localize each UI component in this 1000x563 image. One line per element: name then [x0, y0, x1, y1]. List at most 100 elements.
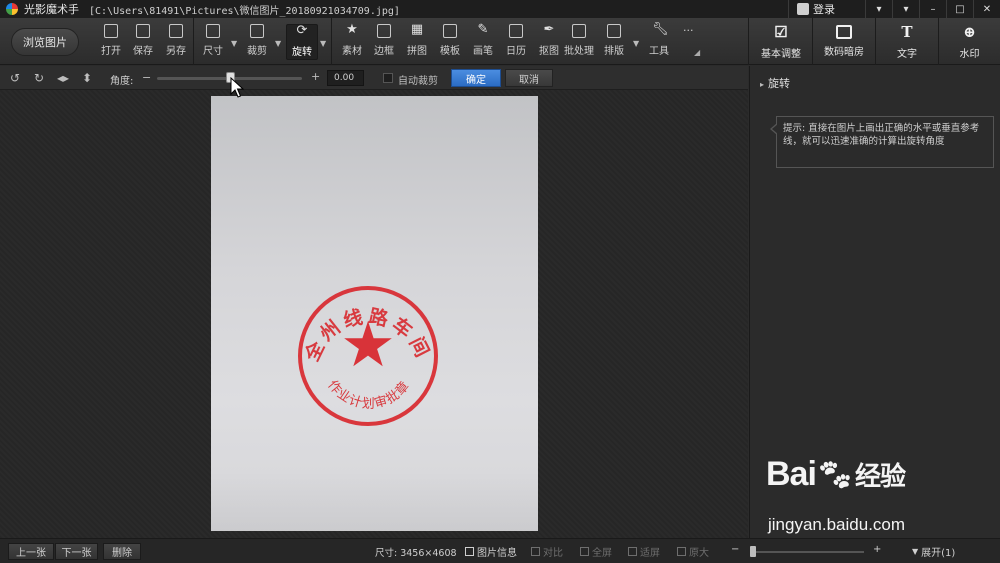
collage-button[interactable]: ▦ 拼图 — [401, 22, 433, 60]
next-image-button[interactable]: 下一张 — [55, 543, 98, 560]
darkroom-label: 数码暗房 — [824, 47, 864, 58]
watermark-label: 水印 — [959, 49, 980, 60]
tools-label: 工具 — [649, 46, 669, 57]
open-label: 打开 — [101, 46, 121, 57]
confirm-button[interactable]: 确定 — [451, 69, 501, 87]
tools-button[interactable]: 🔧︎ 工具 — [643, 22, 675, 60]
watermark-brand: Bai🐾︎经验 — [766, 455, 906, 493]
resize-icon — [206, 24, 220, 38]
rotate-right-icon[interactable]: ↻ — [32, 71, 46, 85]
rotate-dropdown-icon[interactable]: ▼ — [320, 39, 326, 48]
baidu-jingyan-watermark: Bai🐾︎经验 jingyan.baidu.com — [766, 455, 996, 545]
login-label: 登录 — [813, 3, 835, 16]
resize-button[interactable]: 尺寸 — [197, 24, 229, 60]
skin-button[interactable]: ▾ — [865, 0, 892, 18]
image-canvas[interactable]: 全州线路车间 作业计划审批章 — [0, 90, 748, 538]
border-icon — [377, 24, 391, 38]
save-icon — [136, 24, 150, 38]
maximize-button[interactable]: □ — [946, 0, 973, 18]
close-button[interactable]: ✕ — [973, 0, 1000, 18]
collage-icon: ▦ — [410, 22, 424, 37]
angle-label: 角度: — [110, 76, 134, 87]
rotate-button[interactable]: ⟳ 旋转 — [286, 24, 318, 60]
darkroom-button[interactable]: 数码暗房 — [813, 18, 875, 65]
crop-icon — [250, 24, 264, 38]
layout-icon — [607, 24, 621, 38]
open-icon — [104, 24, 118, 38]
layout-button[interactable]: 排版 — [598, 24, 630, 60]
zoom-slider-thumb[interactable] — [750, 546, 756, 557]
image-info-button[interactable]: 图片信息 — [465, 544, 517, 559]
batch-icon — [572, 24, 586, 38]
template-button[interactable]: 模板 — [434, 24, 466, 60]
save-button[interactable]: 保存 — [127, 24, 159, 60]
text-button[interactable]: T 文字 — [876, 18, 938, 65]
text-label: 文字 — [897, 49, 917, 60]
cutout-icon: ✒ — [543, 22, 555, 37]
material-button[interactable]: ★ 素材 — [336, 22, 368, 60]
fit-screen-button[interactable]: 适屏 — [628, 544, 660, 559]
red-seal-stamp: 全州线路车间 作业计划审批章 — [298, 286, 438, 426]
toolbar-divider — [748, 18, 749, 65]
status-bar: 上一张 下一张 删除 尺寸: 3456×4608 图片信息 对比 全屏 适屏 原… — [0, 538, 1000, 563]
camera-icon — [836, 25, 852, 39]
compare-button[interactable]: 对比 — [531, 544, 563, 559]
crop-dropdown-icon[interactable]: ▼ — [275, 39, 281, 48]
auto-crop-label: 自动裁剪 — [398, 76, 438, 87]
delete-button[interactable]: 删除 — [103, 543, 141, 560]
angle-input[interactable]: 0.00 — [327, 70, 364, 86]
material-icon: ★ — [346, 22, 358, 37]
save-as-button[interactable]: 另存 — [160, 24, 192, 60]
rotate-icon: ⟳ — [296, 23, 308, 38]
fullscreen-icon — [580, 547, 589, 556]
user-icon — [797, 3, 809, 15]
save-as-label: 另存 — [166, 46, 186, 57]
original-size-button[interactable]: 原大 — [677, 544, 709, 559]
zoom-slider[interactable] — [752, 551, 864, 553]
info-icon — [465, 547, 474, 556]
menu-button[interactable]: ▾ — [892, 0, 919, 18]
auto-crop-checkbox[interactable] — [383, 73, 393, 83]
rotate-label: 旋转 — [292, 47, 312, 58]
brush-button[interactable]: ✎ 画笔 — [467, 22, 499, 60]
text-icon: T — [901, 23, 913, 41]
flip-horizontal-icon[interactable]: ◂▸ — [56, 71, 70, 85]
open-button[interactable]: 打开 — [95, 24, 127, 60]
expand-button[interactable]: ▼ 展开(1) — [912, 544, 955, 559]
rotate-left-icon[interactable]: ↺ — [8, 71, 22, 85]
brush-icon: ✎ — [477, 22, 489, 37]
cancel-button[interactable]: 取消 — [505, 69, 553, 87]
calendar-button[interactable]: 日历 — [500, 24, 532, 60]
border-button[interactable]: 边框 — [368, 24, 400, 60]
flip-vertical-icon[interactable]: ⬍ — [80, 71, 94, 85]
layout-label: 排版 — [604, 46, 624, 57]
rotate-section-header[interactable]: ▸ 旋转 — [760, 75, 790, 91]
watermark-button[interactable]: ⊕ 水印 — [939, 18, 1000, 65]
basic-adjust-button[interactable]: ☑ 基本调整 — [750, 18, 812, 65]
photo[interactable]: 全州线路车间 作业计划审批章 — [211, 96, 538, 531]
minimize-button[interactable]: – — [919, 0, 946, 18]
file-path: [C:\Users\81491\Pictures\微信图片_2018092103… — [89, 5, 400, 17]
layout-dropdown-icon[interactable]: ▼ — [633, 39, 639, 48]
angle-decrease-button[interactable]: − — [142, 71, 151, 84]
template-icon — [443, 24, 457, 38]
zoom-in-button[interactable]: + — [873, 544, 881, 555]
angle-increase-button[interactable]: + — [311, 70, 320, 83]
previous-image-button[interactable]: 上一张 — [8, 543, 54, 560]
cutout-label: 抠图 — [539, 46, 559, 57]
fit-screen-icon — [628, 547, 637, 556]
toolbar-divider — [193, 18, 194, 65]
zoom-out-button[interactable]: − — [731, 544, 739, 555]
cutout-button[interactable]: ✒ 抠图 — [533, 22, 565, 60]
brush-label: 画笔 — [473, 46, 493, 57]
wrench-icon: 🔧︎ — [652, 22, 669, 37]
browse-images-button[interactable]: 浏览图片 — [11, 28, 79, 56]
watermark-icon: ⊕ — [963, 23, 976, 41]
expand-corner-icon[interactable]: ◢ — [694, 48, 700, 57]
batch-button[interactable]: 批处理 — [563, 24, 595, 60]
more-button[interactable]: ··· — [683, 24, 694, 37]
login-button[interactable]: 登录 — [788, 0, 865, 18]
resize-dropdown-icon[interactable]: ▼ — [231, 39, 237, 48]
crop-button[interactable]: 裁剪 — [241, 24, 273, 60]
fullscreen-button[interactable]: 全屏 — [580, 544, 612, 559]
